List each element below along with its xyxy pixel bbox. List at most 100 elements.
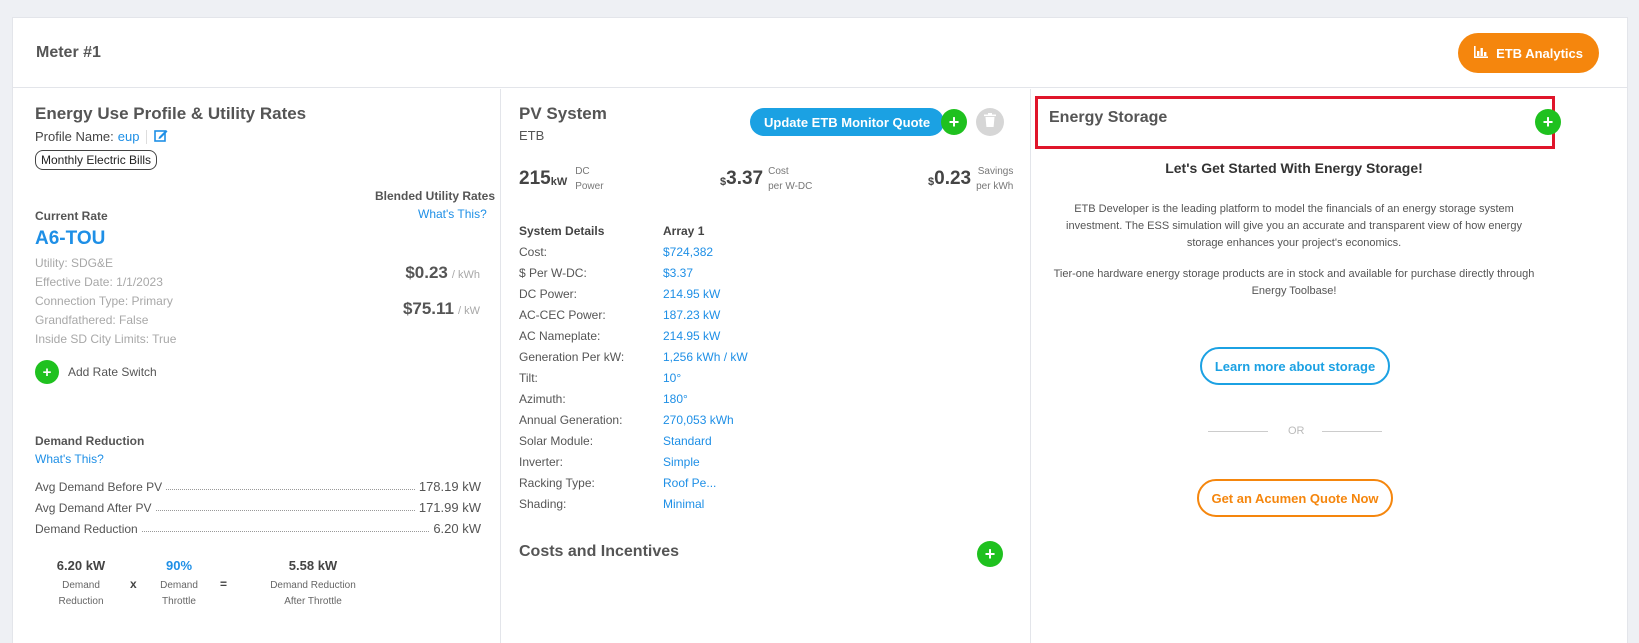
storage-headline: Let's Get Started With Energy Storage!	[1165, 160, 1423, 176]
rate-detail-connection-type: Connection Type: Primary	[35, 294, 173, 308]
pv-cost-label-line: Cost	[768, 166, 789, 177]
pv-detail-row: Racking Type: Roof Pe...	[519, 472, 748, 493]
profile-name-row: Profile Name: eup	[35, 128, 168, 145]
pv-detail-row: Cost: $724,382	[519, 241, 748, 262]
etb-analytics-button[interactable]: ETB Analytics	[1458, 33, 1599, 73]
pv-savings-label-line: per kWh	[976, 181, 1014, 192]
demand-rate-value: $75.11	[402, 299, 454, 318]
pv-detail-value: 214.95 kW	[663, 328, 721, 343]
demand-whats-this-link[interactable]: What's This?	[35, 452, 104, 466]
calc-c-label: Demand Reduction After Throttle	[258, 578, 368, 610]
pv-power-stat: 215 kW DC Power	[519, 164, 604, 194]
energy-rate-value: $0.23	[405, 263, 448, 282]
energy-use-title: Energy Use Profile & Utility Rates	[35, 104, 307, 123]
pv-detail-row: $ Per W-DC: $3.37	[519, 262, 748, 283]
pv-power-value: 215	[519, 168, 551, 189]
current-rate-label: Current Rate	[35, 209, 108, 223]
edit-icon[interactable]	[154, 128, 168, 145]
pv-detail-value: 270,053 kWh	[663, 412, 734, 427]
meter-title: Meter #1	[36, 44, 101, 61]
pv-system-subtitle: ETB	[519, 128, 545, 143]
demand-rate: $75.11 / kW	[403, 299, 480, 319]
add-cost-button[interactable]: +	[977, 541, 1003, 567]
pv-detail-value: $3.37	[663, 265, 694, 280]
pv-detail-value: Simple	[663, 454, 700, 469]
add-rate-switch-label: Add Rate Switch	[68, 365, 157, 379]
dot-leader	[141, 531, 430, 532]
calc-a-label: Demand Reduction	[41, 578, 121, 610]
profile-name-label: Profile Name:	[35, 129, 114, 144]
meter-header: Meter #1 ETB Analytics	[13, 18, 1627, 88]
add-pv-button[interactable]: +	[941, 109, 967, 135]
pv-power-label: DC Power	[575, 164, 603, 194]
pv-detail-row: Azimuth: 180°	[519, 388, 748, 409]
demand-row-label: Demand Reduction	[35, 522, 138, 536]
plus-icon: +	[1542, 112, 1554, 132]
rate-detail-utility: Utility: SDG&E	[35, 256, 114, 270]
details-header-label: System Details	[519, 223, 605, 238]
demand-row-value: 178.19 kW	[418, 479, 481, 494]
learn-more-storage-button[interactable]: Learn more about storage	[1200, 347, 1390, 385]
calc-c-label-line: Demand Reduction	[270, 580, 356, 591]
pv-power-label-line: DC	[575, 166, 590, 177]
demand-row: Avg Demand Before PV 178.19 kW	[35, 473, 481, 494]
calc-demand-reduction: 6.20 kW Demand Reduction	[41, 558, 121, 610]
pv-detail-row: Tilt: 10°	[519, 367, 748, 388]
or-divider-left	[1208, 431, 1268, 432]
costs-incentives-title: Costs and Incentives	[519, 543, 680, 560]
pv-cost-label: Cost per W-DC	[768, 164, 812, 194]
demand-reduction-list: Avg Demand Before PV 178.19 kW Avg Deman…	[35, 473, 481, 536]
delete-pv-button[interactable]	[976, 108, 1004, 136]
pv-detail-value: Standard	[663, 433, 712, 448]
dot-leader	[155, 510, 415, 511]
blended-rates-label: Blended Utility Rates	[375, 189, 496, 203]
storage-paragraph-2: Tier-one hardware energy storage product…	[1053, 268, 1535, 297]
demand-row-value: 6.20 kW	[433, 521, 481, 536]
pv-detail-row: Inverter: Simple	[519, 451, 748, 472]
calc-after-throttle: 5.58 kW Demand Reduction After Throttle	[258, 558, 368, 610]
rate-detail-grandfathered: Grandfathered: False	[35, 313, 149, 327]
calc-equals: =	[220, 577, 228, 591]
pv-cost-stat: $ 3.37 Cost per W-DC	[720, 164, 812, 194]
energy-storage-title: Energy Storage	[1049, 109, 1168, 126]
profile-name-link[interactable]: eup	[118, 129, 140, 144]
pv-detail-label: Shading:	[519, 496, 567, 511]
pv-detail-value: 214.95 kW	[663, 286, 721, 301]
pv-detail-value: 187.23 kW	[663, 307, 721, 322]
calc-b-value[interactable]: 90%	[149, 558, 209, 573]
add-rate-switch-button[interactable]: + Add Rate Switch	[35, 360, 157, 384]
pv-details-header: System Details Array 1	[519, 220, 748, 241]
plus-icon: +	[948, 112, 960, 132]
pv-detail-label: Racking Type:	[519, 475, 595, 490]
energy-rate: $0.23 / kWh	[405, 263, 480, 283]
pv-detail-row: AC Nameplate: 214.95 kW	[519, 325, 748, 346]
pv-detail-row: Generation Per kW: 1,256 kWh / kW	[519, 346, 748, 367]
pv-detail-label: AC-CEC Power:	[519, 307, 606, 322]
pv-detail-label: Tilt:	[519, 370, 538, 385]
monthly-bills-tag: Monthly Electric Bills	[35, 150, 158, 170]
pv-detail-label: Solar Module:	[519, 433, 594, 448]
pv-detail-label: Cost:	[519, 244, 548, 259]
pv-details-table: System Details Array 1 Cost: $724,382 $ P…	[519, 220, 748, 514]
demand-rate-unit: / kW	[458, 305, 480, 317]
column-divider	[500, 89, 501, 643]
pv-system-title: PV System	[519, 104, 607, 123]
rate-name-link[interactable]: A6-TOU	[35, 228, 105, 250]
update-monitor-quote-button[interactable]: Update ETB Monitor Quote	[750, 108, 945, 136]
blended-whats-this-link[interactable]: What's This?	[418, 207, 487, 221]
add-storage-button[interactable]: +	[1535, 109, 1561, 135]
calc-b-label-line: Throttle	[162, 596, 196, 607]
pv-detail-label: Generation Per kW:	[519, 349, 625, 364]
pv-detail-value: Minimal	[663, 496, 705, 511]
pv-savings-stat: $ 0.23 Savings per kWh	[928, 164, 1013, 194]
pv-power-label-line: Power	[575, 181, 604, 192]
etb-analytics-label: ETB Analytics	[1496, 45, 1583, 61]
calc-a-label-line: Reduction	[58, 596, 104, 607]
rate-detail-effective-date: Effective Date: 1/1/2023	[35, 275, 163, 289]
acumen-quote-button[interactable]: Get an Acumen Quote Now	[1197, 479, 1393, 517]
calc-a-label-line: Demand	[62, 580, 100, 591]
pv-detail-label: DC Power:	[519, 286, 578, 301]
rate-detail-city-limits: Inside SD City Limits: True	[35, 332, 177, 346]
dot-leader	[166, 489, 415, 490]
plus-icon: +	[35, 360, 59, 384]
